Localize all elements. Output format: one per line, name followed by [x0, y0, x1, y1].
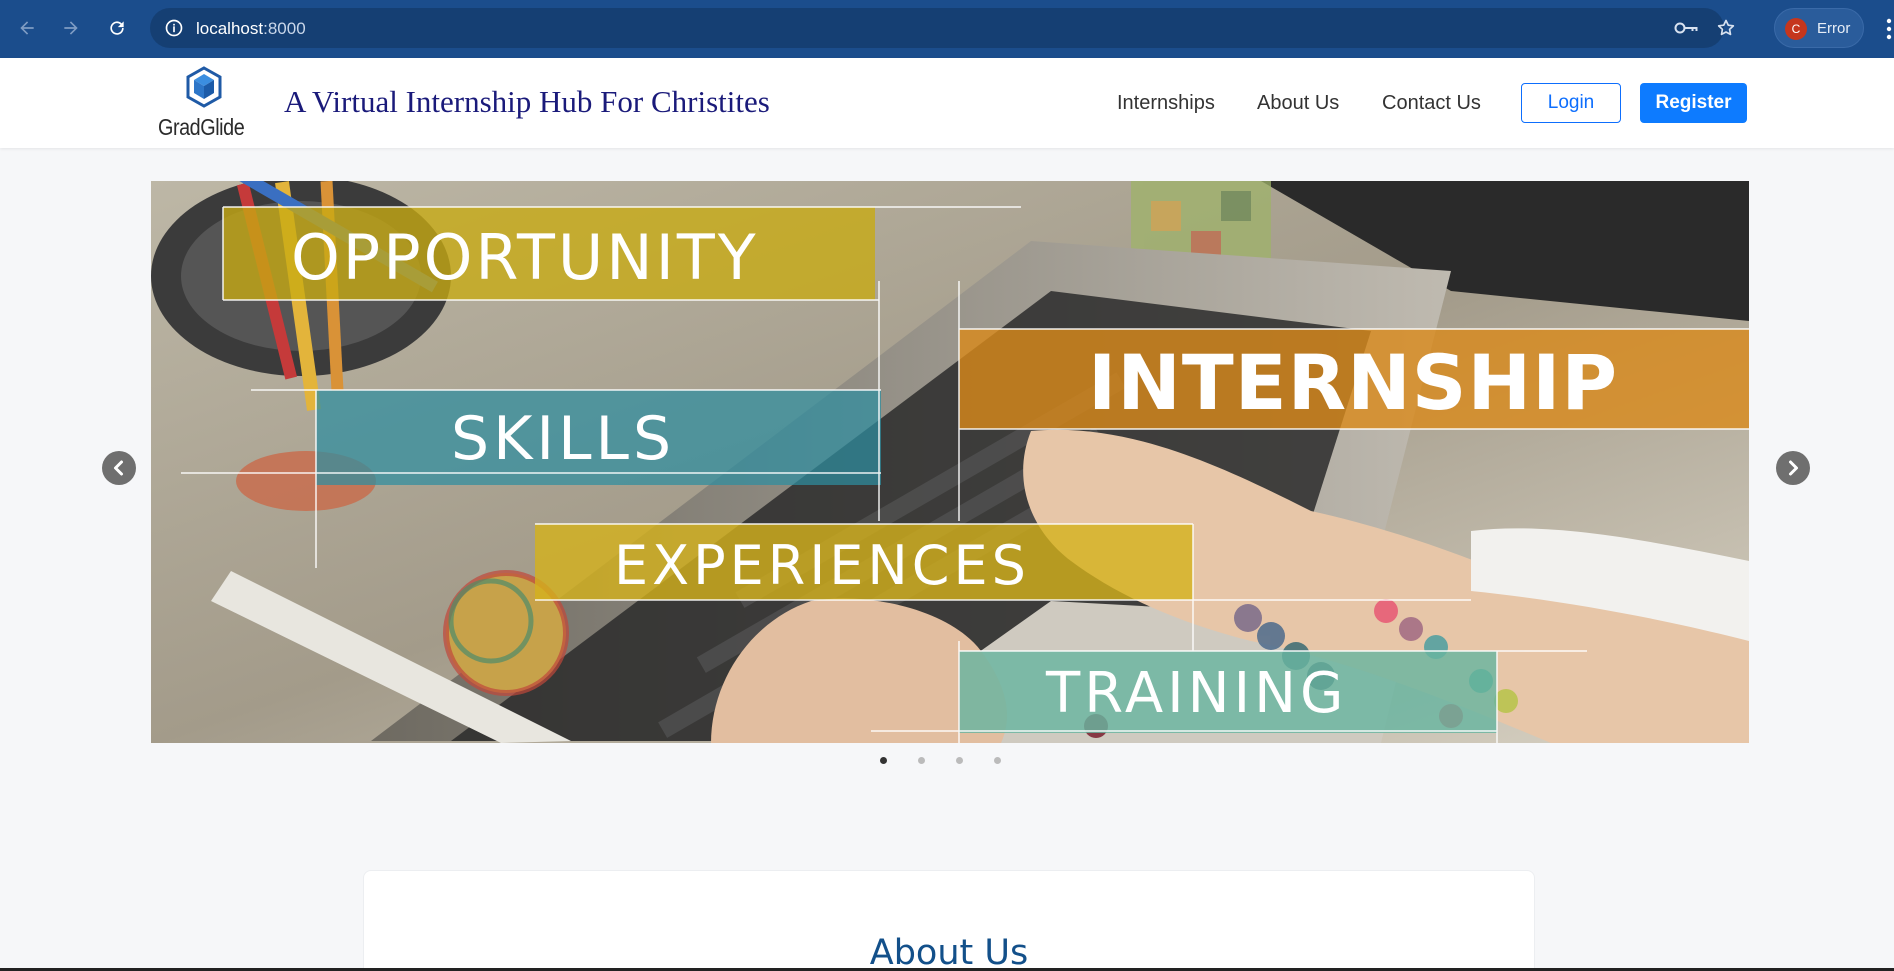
- profile-button[interactable]: C Error: [1774, 8, 1864, 48]
- carousel-indicators: [880, 753, 1001, 767]
- slide-word-internship: INTERNSHIP: [1088, 338, 1618, 427]
- carousel-indicator-1[interactable]: [880, 756, 887, 764]
- url-text: localhost:8000: [196, 19, 306, 38]
- address-bar[interactable]: localhost:8000: [150, 8, 1735, 48]
- site-navbar: GradGlide A Virtual Internship Hub For C…: [0, 58, 1894, 148]
- avatar: C: [1785, 18, 1807, 40]
- about-title: About Us: [869, 933, 1029, 971]
- site-info-icon[interactable]: [164, 18, 184, 38]
- about-section-card: About Us: [363, 870, 1535, 971]
- password-key-icon[interactable]: [1674, 18, 1698, 38]
- slide-word-opportunity: OPPORTUNITY: [291, 221, 759, 294]
- profile-status: Error: [1817, 20, 1851, 37]
- cube-logo-icon: [186, 66, 222, 108]
- menu-kebab-icon[interactable]: [1884, 16, 1894, 42]
- hero-slide-image: OPPORTUNITY INTERNSHIP SKILLS EXPERIENCE…: [151, 181, 1749, 743]
- slide-word-training: TRAINING: [1045, 661, 1347, 726]
- login-button[interactable]: Login: [1521, 83, 1621, 123]
- nav-about-us[interactable]: About Us: [1257, 92, 1339, 115]
- carousel-next-button[interactable]: [1776, 451, 1810, 485]
- logo-wordmark: GradGlide: [158, 114, 245, 140]
- carousel-indicator-2[interactable]: [918, 756, 925, 764]
- register-button[interactable]: Register: [1640, 83, 1747, 123]
- site-logo[interactable]: GradGlide: [156, 66, 250, 144]
- back-icon[interactable]: [13, 14, 41, 42]
- chevron-right-icon: [1789, 460, 1798, 476]
- bookmark-star-icon[interactable]: [1716, 18, 1736, 38]
- reload-icon[interactable]: [103, 14, 131, 42]
- carousel-indicator-4[interactable]: [994, 756, 1001, 764]
- browser-toolbar: localhost:8000 C Error: [0, 0, 1894, 58]
- site-tagline: A Virtual Internship Hub For Christites: [284, 84, 770, 119]
- carousel-prev-button[interactable]: [102, 451, 136, 485]
- slide-word-skills: SKILLS: [451, 404, 675, 474]
- forward-icon[interactable]: [57, 14, 85, 42]
- carousel-indicator-3[interactable]: [956, 756, 963, 764]
- chevron-left-icon: [114, 460, 123, 476]
- nav-internships[interactable]: Internships: [1117, 92, 1215, 115]
- nav-contact-us[interactable]: Contact Us: [1382, 92, 1481, 115]
- hero-carousel: OPPORTUNITY INTERNSHIP SKILLS EXPERIENCE…: [151, 181, 1749, 743]
- slide-word-experiences: EXPERIENCES: [614, 534, 1030, 597]
